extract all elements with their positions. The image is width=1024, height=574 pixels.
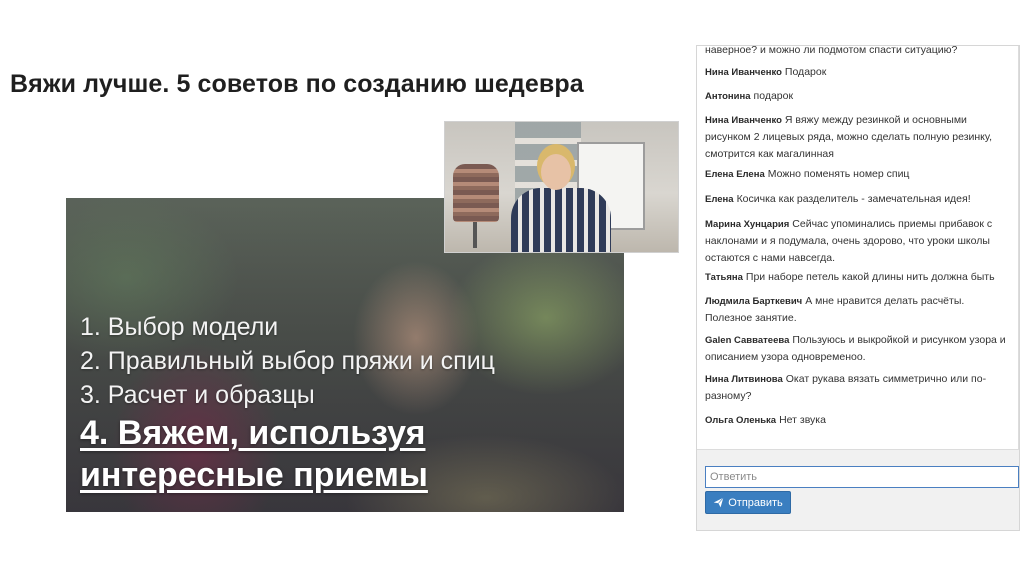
chat-message: Елена Елена Можно поменять номер спиц [705,166,1011,183]
page-title: Вяжи лучше. 5 советов по созданию шедевр… [10,70,584,98]
presenter-video[interactable] [444,121,679,253]
chat-text: Можно поменять номер спиц [767,168,910,180]
chat-message: Нина Иванченко Подарок [705,64,1011,81]
chat-author: Galen Савватеева [705,335,790,346]
topic-item: 1. Выбор модели [80,313,279,341]
topic-item: 2. Правильный выбор пряжи и спиц [80,347,496,375]
chat-text: Нет звука [779,414,826,426]
chat-message: Людмила Барткевич А мне нравится делать р… [705,293,1011,327]
chat-author: Елена [705,194,734,205]
chat-author: Нина Иванченко [705,67,782,78]
chat-panel: наверное? и можно ли подмотом спасти сит… [696,45,1020,531]
mannequin-stand [473,222,477,248]
chat-author: Нина Иванченко [705,115,782,126]
chat-author: Нина Литвинова [705,374,783,385]
chat-message: Нина Иванченко Я вяжу между резинкой и ос… [705,112,1011,163]
chat-text: Подарок [784,66,827,78]
presenter-body [511,188,611,252]
chat-message: Galen Савватеева Пользуюсь и выкройкой и … [705,332,1011,366]
chat-author: Людмила Барткевич [705,296,803,307]
topic-item-active: 4. Вяжем, используя интересные приемы [80,414,428,494]
mannequin-sweater [453,164,499,222]
paper-plane-icon [713,497,724,508]
reply-input[interactable] [705,466,1019,488]
chat-message: Антонина подарок [705,88,1011,105]
chat-author: Татьяна [705,272,743,283]
chat-text: При наборе петель какой длины нить должн… [745,271,995,283]
chat-text: Косичка как разделитель - замечательная … [736,193,971,205]
send-button[interactable]: Отправить [705,491,791,514]
chat-message: Нина Литвинова Окат рукава вязать симметр… [705,371,1011,405]
chat-message-partial: наверное? и можно ли подмотом спасти сит… [705,46,958,56]
chat-message: Елена Косичка как разделитель - замечател… [705,191,1011,208]
send-button-label: Отправить [728,496,783,509]
chat-author: Антонина [705,91,751,102]
chat-message: Марина Хунцария Сейчас упоминались приемы… [705,216,1011,267]
topic-item: 3. Расчет и образцы [80,381,315,409]
chat-text: подарок [753,90,794,102]
presenter-head [541,154,571,190]
chat-author: Ольга Оленька [705,415,777,426]
chat-author: Марина Хунцария [705,219,790,230]
topics-list: 1. Выбор модели 2. Правильный выбор пряж… [80,310,520,496]
chat-message: Ольга Оленька Нет звука [705,412,1011,429]
chat-author: Елена Елена [705,169,765,180]
chat-messages[interactable]: наверное? и можно ли подмотом спасти сит… [697,46,1019,450]
chat-message: Татьяна При наборе петель какой длины нит… [705,269,1011,286]
